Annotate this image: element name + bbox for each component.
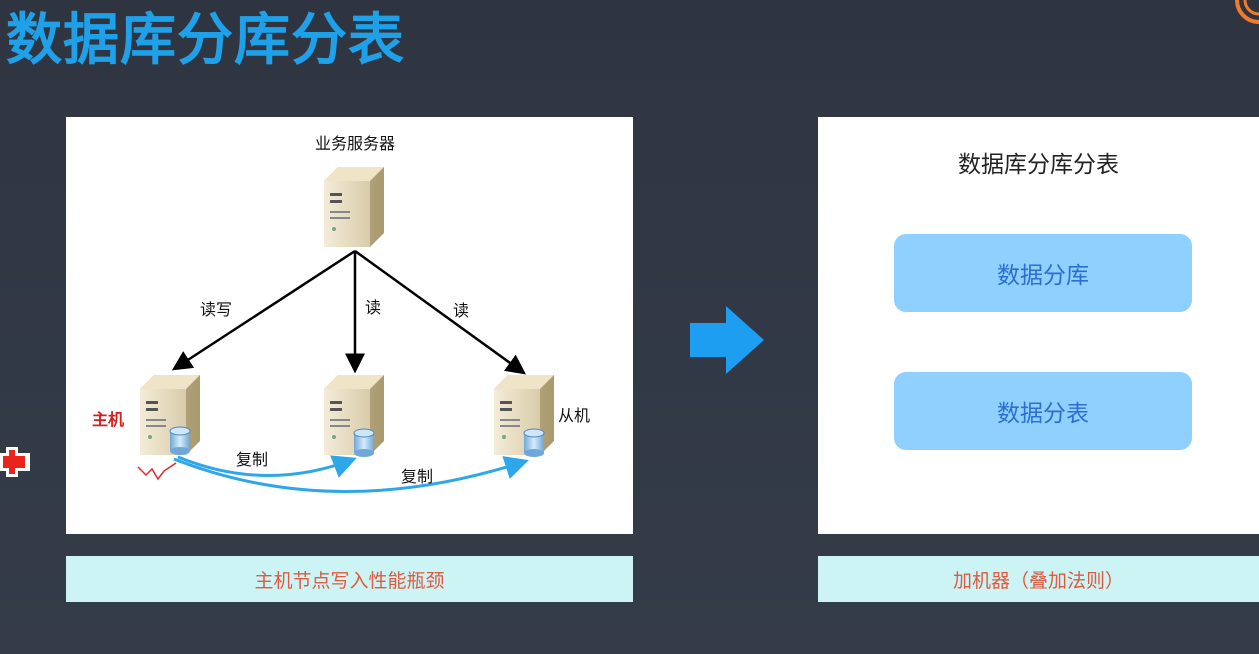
table-sharding-box: 数据分表 bbox=[894, 372, 1192, 450]
master-slave-diagram: 业务服务器 读写 读 读 主机 从机 复制 复制 bbox=[66, 117, 633, 534]
slave-database-middle-icon bbox=[353, 428, 375, 458]
sharding-panel: 数据库分库分表 数据分库 数据分表 bbox=[818, 117, 1259, 534]
replication-arrow-right bbox=[173, 456, 529, 493]
slave-label: 从机 bbox=[558, 406, 590, 425]
business-server-label: 业务服务器 bbox=[315, 134, 395, 153]
right-arrow-icon bbox=[690, 306, 764, 374]
read-label-right: 读 bbox=[453, 301, 469, 320]
laser-pointer-icon bbox=[0, 447, 30, 477]
read-write-label: 读写 bbox=[200, 300, 232, 319]
pen-annotation bbox=[137, 462, 177, 481]
slave-database-right-icon bbox=[523, 428, 545, 458]
business-server-icon bbox=[324, 167, 384, 247]
right-caption: 加机器（叠加法则） bbox=[818, 556, 1259, 602]
logo-icon bbox=[1235, 0, 1259, 24]
replicate-label-1: 复制 bbox=[236, 450, 268, 469]
database-sharding-box: 数据分库 bbox=[894, 234, 1192, 312]
page-title: 数据库分库分表 bbox=[6, 8, 405, 73]
left-caption: 主机节点写入性能瓶颈 bbox=[66, 556, 633, 602]
sharding-title: 数据库分库分表 bbox=[958, 152, 1119, 178]
master-label: 主机 bbox=[92, 410, 124, 429]
read-label-middle: 读 bbox=[365, 298, 381, 317]
master-database-icon bbox=[169, 426, 191, 456]
replicate-label-2: 复制 bbox=[401, 467, 433, 486]
diagram-canvas: 业务服务器 读写 读 读 主机 从机 复制 复制 bbox=[92, 134, 590, 493]
